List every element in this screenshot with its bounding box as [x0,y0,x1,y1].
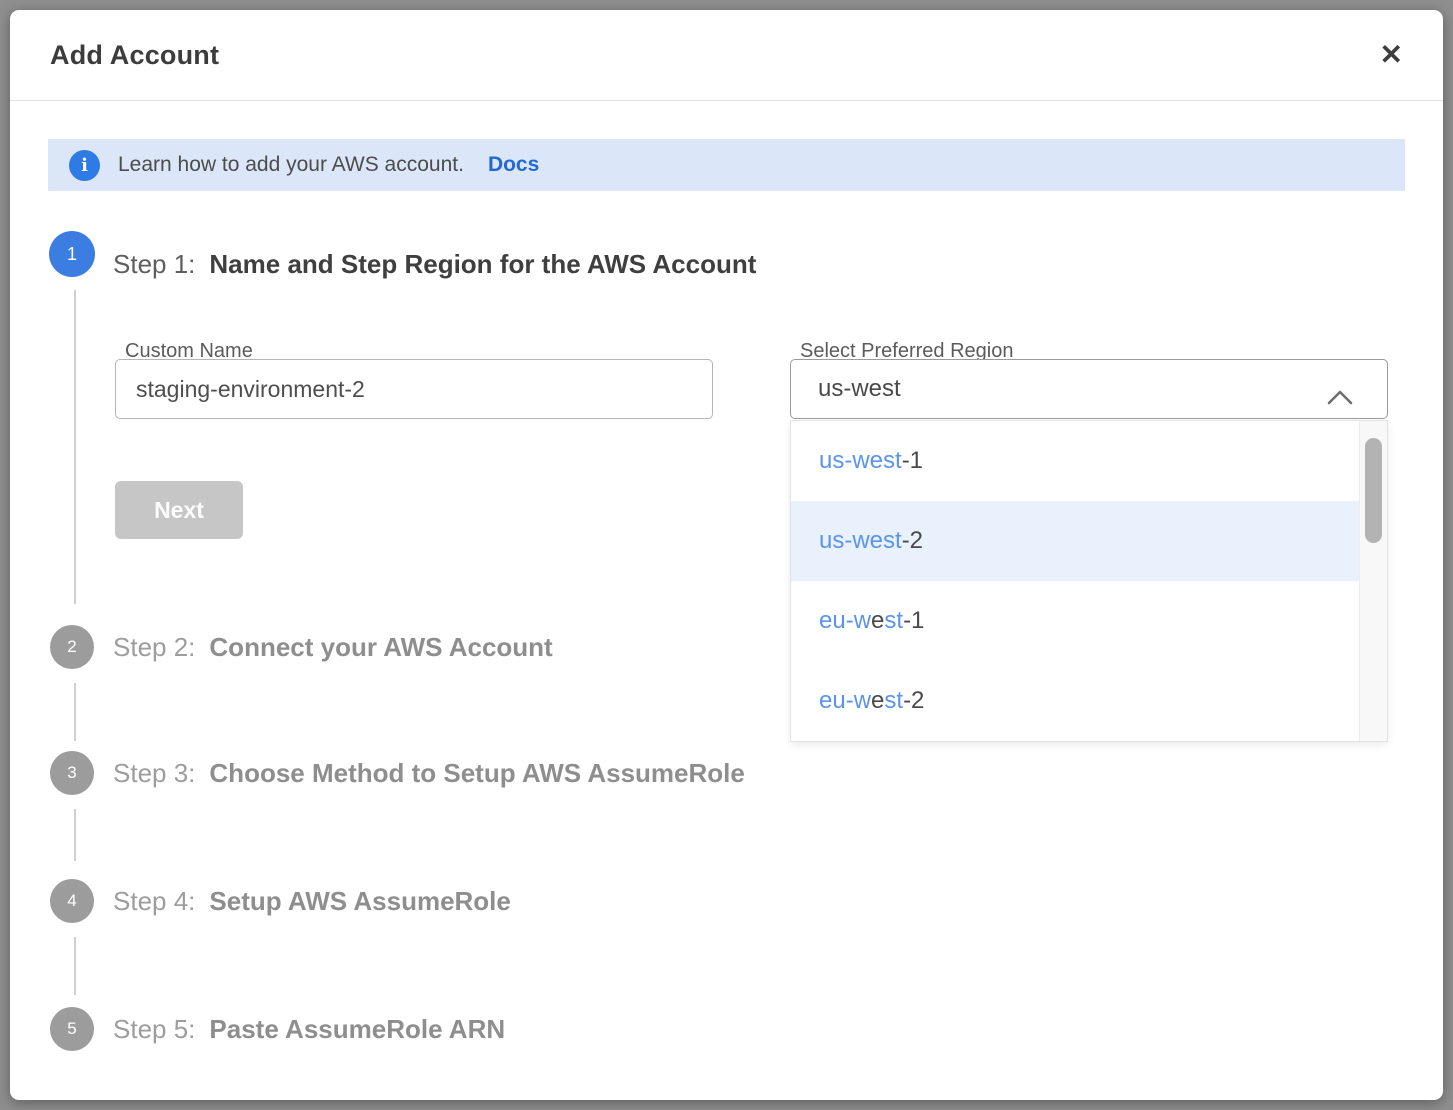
step-2-title: Step 2: Connect your AWS Account [113,627,553,667]
step-5-heading: Paste AssumeRole ARN [209,1014,505,1044]
step-4-title: Step 4: Setup AWS AssumeRole [113,881,511,921]
step-connector-2 [74,683,76,741]
step-1-prefix: Step 1: [113,249,195,279]
step-connector-4 [74,937,76,995]
step-3-prefix: Step 3: [113,758,195,788]
step-1-circle: 1 [49,231,95,277]
step-4-prefix: Step 4: [113,886,195,916]
region-option[interactable]: us-west-1 [791,421,1359,501]
option-match-text: us-west [819,527,902,555]
region-option[interactable]: eu-west-1 [791,581,1359,661]
step-connector-3 [74,809,76,861]
step-3-title: Step 3: Choose Method to Setup AWS Assume… [113,753,745,793]
option-text: -1 [902,447,923,475]
modal-header: Add Account ✕ [10,10,1443,101]
option-text: -1 [903,607,924,635]
custom-name-input[interactable] [115,359,713,419]
option-text: -2 [902,527,923,555]
option-text: e [871,607,884,635]
option-match-text: st [884,607,903,635]
close-icon[interactable]: ✕ [1376,37,1407,73]
info-banner: i Learn how to add your AWS account. Doc… [48,139,1405,191]
step-5-title: Step 5: Paste AssumeRole ARN [113,1009,505,1049]
option-match-text: eu-w [819,607,871,635]
step-3-heading: Choose Method to Setup AWS AssumeRole [209,758,744,788]
banner-text: Learn how to add your AWS account. [118,153,464,177]
info-icon: i [69,150,100,181]
step-2-heading: Connect your AWS Account [209,632,552,662]
page-title: Add Account [50,40,219,71]
step-5-prefix: Step 5: [113,1014,195,1044]
dropdown-scrollbar-thumb[interactable] [1365,438,1382,543]
docs-link[interactable]: Docs [488,153,539,177]
add-account-modal: Add Account ✕ i Learn how to add your AW… [10,10,1443,1100]
step-5-circle: 5 [50,1007,94,1051]
region-select[interactable]: us-west [790,359,1388,419]
option-match-text: eu-w [819,687,871,715]
step-3-circle: 3 [50,751,94,795]
option-match-text: st [884,687,903,715]
dropdown-scrollbar-track[interactable] [1359,421,1387,741]
step-4-heading: Setup AWS AssumeRole [209,886,510,916]
region-dropdown-options: us-west-1us-west-2eu-west-1eu-west-2 [791,421,1359,741]
step-1-heading: Name and Step Region for the AWS Account [209,249,756,279]
region-option[interactable]: eu-west-2 [791,661,1359,741]
step-connector-1 [74,290,76,604]
chevron-up-icon [1327,384,1353,412]
region-option[interactable]: us-west-2 [791,501,1359,581]
step-4-circle: 4 [50,879,94,923]
step-2-circle: 2 [50,625,94,669]
option-match-text: us-west [819,447,902,475]
region-select-value: us-west [818,375,901,403]
step-2-prefix: Step 2: [113,632,195,662]
region-dropdown: us-west-1us-west-2eu-west-1eu-west-2 [790,420,1388,742]
option-text: e [871,687,884,715]
step-1-title: Step 1: Name and Step Region for the AWS … [113,244,756,284]
next-button[interactable]: Next [115,481,243,539]
option-text: -2 [903,687,924,715]
